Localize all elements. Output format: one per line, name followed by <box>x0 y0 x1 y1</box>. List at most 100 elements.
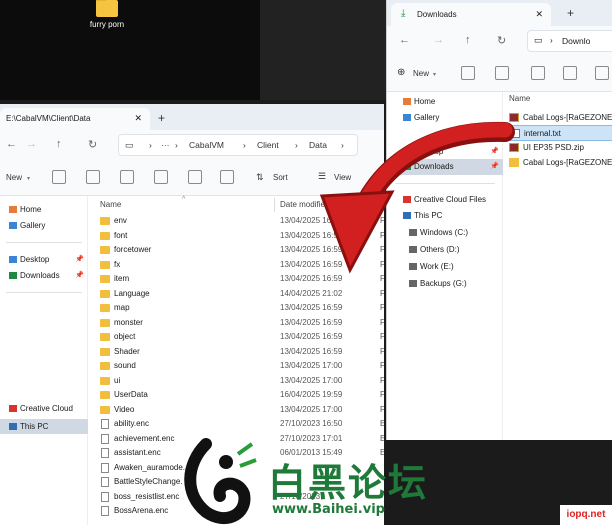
breadcrumb-client[interactable]: Client <box>257 140 279 150</box>
sidebar-item-creative-cloud[interactable]: Creative Cloud Files <box>0 401 88 428</box>
folder-icon <box>100 217 110 225</box>
table-row[interactable]: map 13/04/2025 16:59 F <box>96 301 384 315</box>
sidebar-item-downloads[interactable]: Downloads 📌 <box>0 268 88 283</box>
sidebar-item-gallery[interactable]: Gallery <box>0 218 88 233</box>
column-divider[interactable] <box>274 198 275 212</box>
pin-icon[interactable]: 📌 <box>75 252 84 267</box>
tab-title: E:\CabalVM\Client\Data <box>6 114 91 123</box>
sidebar-item-this-pc[interactable]: This PC <box>0 419 88 434</box>
file-date: 13/04/2025 16:59 <box>280 317 343 327</box>
file-type: F <box>380 346 384 356</box>
table-row[interactable]: Shader 13/04/2025 16:59 F <box>96 345 384 359</box>
copy-icon[interactable] <box>86 170 100 184</box>
folder-icon <box>100 362 110 370</box>
close-tab-icon[interactable]: ✕ <box>134 113 142 124</box>
file-name: Shader <box>114 346 140 356</box>
cut-icon[interactable] <box>52 170 66 184</box>
file-name: monster <box>114 317 143 327</box>
file-type: F <box>380 361 384 370</box>
table-row[interactable]: object 13/04/2025 16:59 F <box>96 330 384 344</box>
file-name: fx <box>114 259 121 269</box>
file-type: F <box>380 317 384 327</box>
forward-arrow-icon[interactable]: → <box>26 138 37 150</box>
folder-icon <box>100 376 110 385</box>
close-tab-icon[interactable]: ✕ <box>535 9 543 20</box>
up-arrow-icon[interactable]: ↑ <box>56 138 62 150</box>
delete-icon[interactable] <box>220 170 234 184</box>
up-arrow-icon[interactable]: ↑ <box>465 34 471 46</box>
refresh-icon[interactable]: ↻ <box>88 138 97 151</box>
table-row[interactable]: monster 13/04/2025 16:59 F <box>96 316 384 330</box>
column-header-name[interactable]: Name <box>100 200 121 209</box>
tab-downloads[interactable]: ⤓ Downloads ✕ <box>391 3 551 26</box>
file-name: ability.enc <box>114 419 149 428</box>
folder-icon <box>100 304 110 312</box>
sort-icon: ⇅ <box>256 172 264 182</box>
sidebar-item-desktop[interactable]: Desktop 📌 <box>0 252 88 267</box>
file-name: env <box>114 216 127 225</box>
new-button[interactable]: New <box>6 173 22 182</box>
tab-data-folder[interactable]: E:\CabalVM\Client\Data ✕ <box>0 108 150 130</box>
cut-icon[interactable] <box>461 66 475 80</box>
corner-badge: iopq.net <box>560 505 612 525</box>
file-name: object <box>114 332 136 341</box>
red-curved-arrow <box>319 121 515 274</box>
rename-icon[interactable] <box>563 66 577 80</box>
pin-icon[interactable]: 📌 <box>75 268 84 283</box>
brush-logo-icon <box>184 438 257 524</box>
file-date: 27/10/2023 16:50 <box>280 419 343 428</box>
chevron-right-icon: › <box>175 140 178 150</box>
breadcrumb-cabalvm[interactable]: CabalVM <box>189 140 224 150</box>
new-button[interactable]: New <box>413 69 429 78</box>
new-tab-button[interactable]: + <box>567 6 574 20</box>
file-type: E <box>380 419 384 428</box>
folder-icon <box>100 333 110 341</box>
file-name: sound <box>114 361 136 370</box>
folder-icon <box>96 0 118 17</box>
share-icon[interactable] <box>188 170 202 184</box>
chevron-right-icon: › <box>295 140 298 150</box>
file-date: 13/04/2025 16:59 <box>280 346 343 356</box>
rename-icon[interactable] <box>154 170 168 184</box>
address-bar[interactable]: ▭ › Downlo <box>527 30 612 52</box>
back-arrow-icon[interactable]: ← <box>6 138 17 150</box>
new-tab-button[interactable]: + <box>158 111 165 125</box>
forward-arrow-icon[interactable]: → <box>433 34 444 46</box>
refresh-icon[interactable]: ↻ <box>497 34 506 47</box>
table-row[interactable]: UserData 16/04/2025 19:59 F <box>96 388 384 402</box>
table-row[interactable]: Video 13/04/2025 17:00 F <box>96 403 384 417</box>
file-name: BattleStyleChange. <box>114 477 183 486</box>
divider <box>6 292 82 293</box>
file-type: F <box>380 288 384 298</box>
paste-icon[interactable] <box>531 66 545 80</box>
desktop-folder[interactable]: furry porn <box>84 0 130 29</box>
copy-icon[interactable] <box>495 66 509 80</box>
file-date: 13/04/2025 16:59 <box>280 332 343 341</box>
chevron-down-icon: ▾ <box>433 72 437 78</box>
folder-icon <box>100 260 110 269</box>
table-row[interactable]: ui 13/04/2025 17:00 F <box>96 374 384 388</box>
sidebar-item-home[interactable]: Home <box>0 202 88 217</box>
file-date: 13/04/2025 17:00 <box>280 404 343 414</box>
folder-icon <box>100 231 110 240</box>
file-name: UserData <box>114 390 148 399</box>
share-icon[interactable] <box>595 66 609 80</box>
breadcrumb-more[interactable]: ··· <box>161 140 170 150</box>
table-row[interactable]: Language 14/04/2025 21:02 F <box>96 287 384 301</box>
gallery-icon <box>9 222 17 229</box>
sort-button[interactable]: Sort <box>273 173 288 182</box>
tab-title: Downloads <box>417 10 457 19</box>
paste-icon[interactable] <box>120 170 134 184</box>
file-type: F <box>380 404 384 414</box>
file-name: Video <box>114 404 135 414</box>
desktop-folder-label: furry porn <box>89 20 125 29</box>
table-row[interactable]: sound 13/04/2025 17:00 F <box>96 359 384 373</box>
chevron-right-icon: › <box>243 140 246 150</box>
file-name: achievement.enc <box>114 433 175 443</box>
table-row[interactable]: ability.enc 27/10/2023 16:50 E <box>96 417 384 431</box>
back-arrow-icon[interactable]: ← <box>399 34 410 46</box>
computer-icon <box>9 423 17 430</box>
file-date: 14/04/2025 21:02 <box>280 288 343 298</box>
chevron-right-icon: › <box>550 36 553 45</box>
file-name: Awaken_auramode. <box>114 462 186 472</box>
